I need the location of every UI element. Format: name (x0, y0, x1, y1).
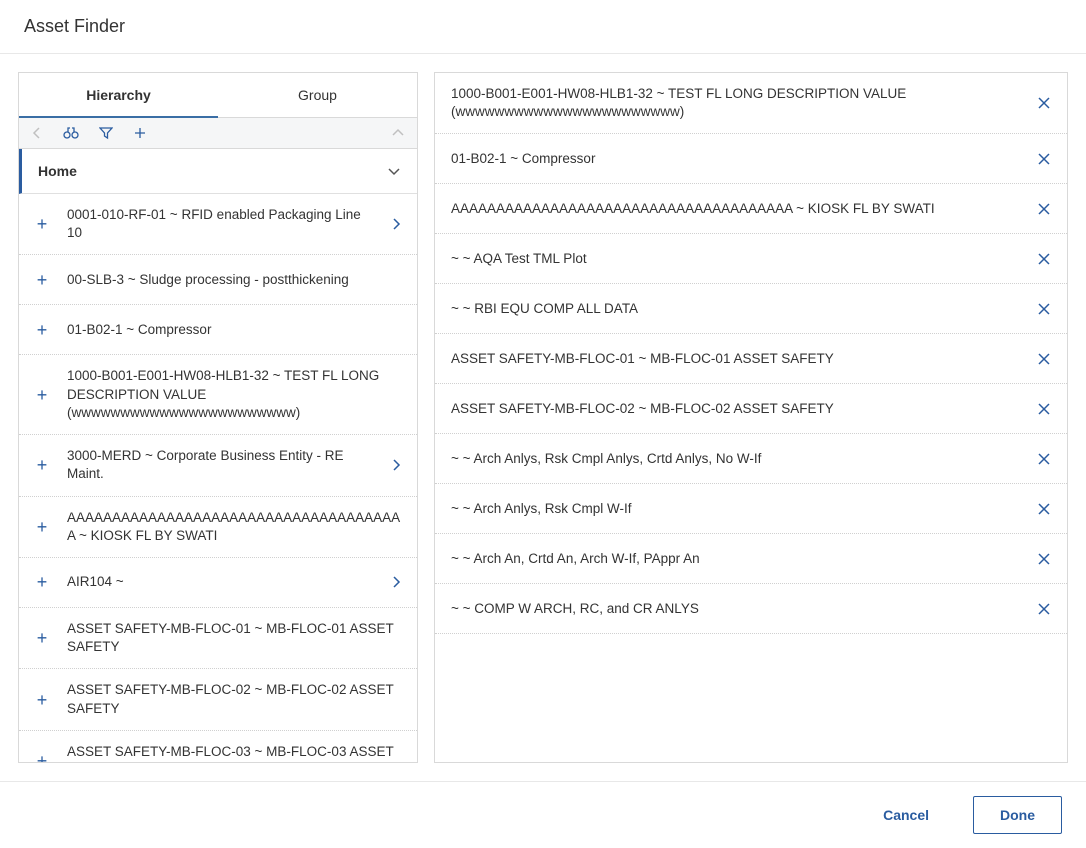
plus-icon[interactable]: + (35, 386, 49, 404)
tree-item-label: AIR104 ~ (67, 573, 373, 591)
selected-item: ~ ~ RBI EQU COMP ALL DATA (435, 284, 1067, 334)
tree-item[interactable]: + ASSET SAFETY-MB-FLOC-01 ~ MB-FLOC-01 AS… (19, 608, 417, 669)
plus-icon[interactable]: + (35, 271, 49, 289)
selected-list: 1000-B001-E001-HW08-HLB1-32 ~ TEST FL LO… (434, 72, 1068, 763)
done-button[interactable]: Done (973, 796, 1062, 834)
chevron-right-icon[interactable] (391, 575, 401, 589)
tree-item[interactable]: +01-B02-1 ~ Compressor (19, 305, 417, 355)
tree-item-label: 01-B02-1 ~ Compressor (67, 321, 401, 339)
chevron-down-icon[interactable] (387, 166, 401, 176)
plus-icon[interactable]: + (35, 215, 49, 233)
page-title: Asset Finder (24, 16, 1062, 37)
selected-item-label: ~ ~ Arch Anlys, Rsk Cmpl Anlys, Crtd Anl… (451, 450, 1025, 468)
tree-item[interactable]: +1000-B001-E001-HW08-HLB1-32 ~ TEST FL L… (19, 355, 417, 435)
cancel-button[interactable]: Cancel (857, 797, 955, 833)
tab-label: Hierarchy (86, 87, 151, 103)
selected-item: ASSET SAFETY-MB-FLOC-02 ~ MB-FLOC-02 ASS… (435, 384, 1067, 434)
back-icon (31, 127, 43, 139)
selected-item: 01-B02-1 ~ Compressor (435, 134, 1067, 184)
filter-icon[interactable] (99, 126, 113, 140)
selected-item-label: 01-B02-1 ~ Compressor (451, 150, 1025, 168)
selected-item: ~ ~ COMP W ARCH, RC, and CR ANLYS (435, 584, 1067, 634)
tree-item[interactable]: + AAAAAAAAAAAAAAAAAAAAAAAAAAAAAAAAAAAAAA … (19, 497, 417, 558)
selected-item-label: 1000-B001-E001-HW08-HLB1-32 ~ TEST FL LO… (451, 85, 1025, 121)
selected-item-label: ASSET SAFETY-MB-FLOC-02 ~ MB-FLOC-02 ASS… (451, 400, 1025, 418)
tab-group[interactable]: Group (218, 73, 417, 117)
tree-item-label: 00-SLB-3 ~ Sludge processing - postthick… (67, 271, 401, 289)
close-icon[interactable] (1037, 202, 1051, 216)
tree-item-label: AAAAAAAAAAAAAAAAAAAAAAAAAAAAAAAAAAAAAA ~… (67, 509, 401, 545)
tree-item[interactable]: + ASSET SAFETY-MB-FLOC-02 ~ MB-FLOC-02 AS… (19, 669, 417, 730)
plus-toolbar-icon[interactable] (133, 126, 147, 140)
binoculars-icon[interactable] (63, 126, 79, 140)
plus-icon[interactable]: + (35, 573, 49, 591)
tree-item[interactable]: + ASSET SAFETY-MB-FLOC-03 ~ MB-FLOC-03 AS… (19, 731, 417, 762)
selected-item: ~ ~ Arch An, Crtd An, Arch W-If, PAppr A… (435, 534, 1067, 584)
close-icon[interactable] (1037, 552, 1051, 566)
home-label: Home (38, 163, 387, 179)
plus-icon[interactable]: + (35, 321, 49, 339)
close-icon[interactable] (1037, 502, 1051, 516)
close-icon[interactable] (1037, 402, 1051, 416)
tab-label: Group (298, 87, 337, 103)
chevron-right-icon[interactable] (391, 217, 401, 231)
plus-icon[interactable]: + (35, 752, 49, 762)
collapse-icon[interactable] (391, 128, 405, 138)
selected-item: ~ ~ Arch Anlys, Rsk Cmpl W-If (435, 484, 1067, 534)
tree-list[interactable]: +0001-010-RF-01 ~ RFID enabled Packaging… (19, 194, 417, 762)
tree-item[interactable]: +3000-MERD ~ Corporate Business Entity -… (19, 435, 417, 496)
tree-item[interactable]: + AIR104 ~ (19, 558, 417, 608)
footer: Cancel Done (0, 781, 1086, 848)
tree-item-label: 0001-010-RF-01 ~ RFID enabled Packaging … (67, 206, 373, 242)
tree-item-label: ASSET SAFETY-MB-FLOC-03 ~ MB-FLOC-03 ASS… (67, 743, 401, 762)
selected-item-label: ~ ~ COMP W ARCH, RC, and CR ANLYS (451, 600, 1025, 618)
close-icon[interactable] (1037, 96, 1051, 110)
home-row[interactable]: Home (19, 149, 417, 194)
selected-item: AAAAAAAAAAAAAAAAAAAAAAAAAAAAAAAAAAAAAA ~… (435, 184, 1067, 234)
close-icon[interactable] (1037, 352, 1051, 366)
selected-item: ASSET SAFETY-MB-FLOC-01 ~ MB-FLOC-01 ASS… (435, 334, 1067, 384)
chevron-right-icon[interactable] (391, 458, 401, 472)
header: Asset Finder (0, 0, 1086, 54)
plus-icon[interactable]: + (35, 456, 49, 474)
tree-item-label: ASSET SAFETY-MB-FLOC-01 ~ MB-FLOC-01 ASS… (67, 620, 401, 656)
tree-item-label: 3000-MERD ~ Corporate Business Entity - … (67, 447, 373, 483)
tree-item[interactable]: +00-SLB-3 ~ Sludge processing - postthic… (19, 255, 417, 305)
close-icon[interactable] (1037, 452, 1051, 466)
tree-item-label: 1000-B001-E001-HW08-HLB1-32 ~ TEST FL LO… (67, 367, 401, 422)
selected-item: ~ ~ AQA Test TML Plot (435, 234, 1067, 284)
toolbar (19, 118, 417, 149)
tabs: Hierarchy Group (19, 73, 417, 118)
plus-icon[interactable]: + (35, 518, 49, 536)
selected-item-label: ~ ~ Arch An, Crtd An, Arch W-If, PAppr A… (451, 550, 1025, 568)
tab-hierarchy[interactable]: Hierarchy (19, 73, 218, 117)
selected-item-label: ~ ~ AQA Test TML Plot (451, 250, 1025, 268)
close-icon[interactable] (1037, 152, 1051, 166)
close-icon[interactable] (1037, 602, 1051, 616)
plus-icon[interactable]: + (35, 691, 49, 709)
selected-item-label: AAAAAAAAAAAAAAAAAAAAAAAAAAAAAAAAAAAAAA ~… (451, 200, 1025, 218)
close-icon[interactable] (1037, 302, 1051, 316)
left-panel: Hierarchy Group (18, 72, 418, 763)
selected-item-label: ~ ~ RBI EQU COMP ALL DATA (451, 300, 1025, 318)
tree-item[interactable]: +0001-010-RF-01 ~ RFID enabled Packaging… (19, 194, 417, 255)
tree-item-label: ASSET SAFETY-MB-FLOC-02 ~ MB-FLOC-02 ASS… (67, 681, 401, 717)
selected-item: ~ ~ Arch Anlys, Rsk Cmpl Anlys, Crtd Anl… (435, 434, 1067, 484)
selected-item-label: ASSET SAFETY-MB-FLOC-01 ~ MB-FLOC-01 ASS… (451, 350, 1025, 368)
close-icon[interactable] (1037, 252, 1051, 266)
selected-item-label: ~ ~ Arch Anlys, Rsk Cmpl W-If (451, 500, 1025, 518)
plus-icon[interactable]: + (35, 629, 49, 647)
selected-item: 1000-B001-E001-HW08-HLB1-32 ~ TEST FL LO… (435, 73, 1067, 134)
